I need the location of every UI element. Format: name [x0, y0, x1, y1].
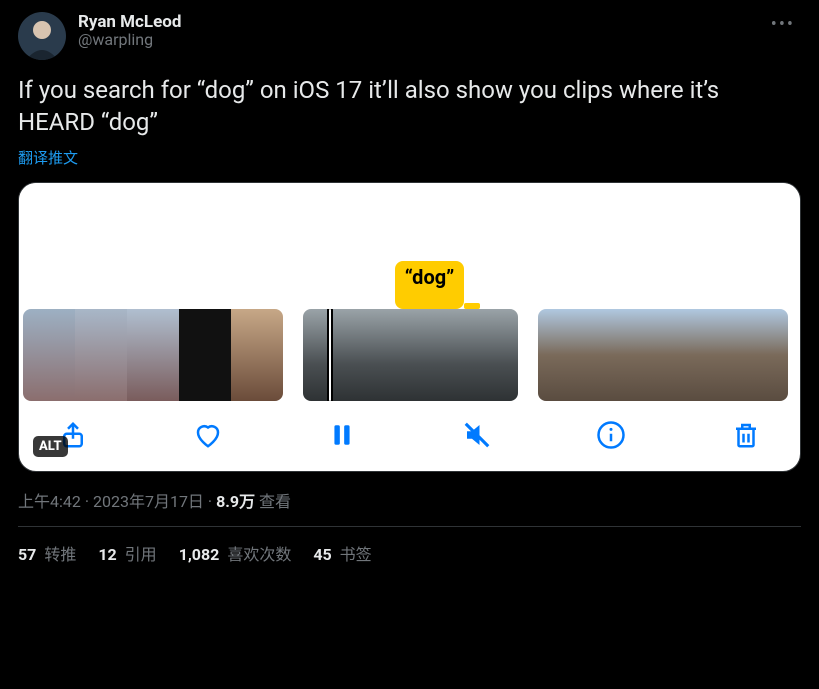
- views-label: 查看: [255, 492, 291, 511]
- info-icon[interactable]: [595, 419, 627, 451]
- media-toolbar: [19, 401, 800, 461]
- time[interactable]: 上午4:42: [18, 492, 81, 511]
- heart-icon[interactable]: [192, 419, 224, 451]
- quotes-stat[interactable]: 12 引用: [98, 541, 156, 565]
- clip-group-active: [303, 309, 518, 401]
- author-block[interactable]: Ryan McLeod @warpling: [78, 12, 753, 49]
- date[interactable]: 2023年7月17日: [93, 492, 204, 511]
- avatar[interactable]: [18, 12, 66, 60]
- clip-frame: [663, 309, 705, 401]
- clip-frame: [23, 309, 75, 401]
- clip-frame: [411, 309, 465, 401]
- views-count: 8.9万: [216, 492, 255, 511]
- clip-frame: [705, 309, 747, 401]
- ios-photos-screenshot: “dog”: [19, 183, 800, 471]
- handle: @warpling: [78, 30, 753, 49]
- display-name: Ryan McLeod: [78, 12, 753, 32]
- translate-link[interactable]: 翻译推文: [18, 147, 78, 168]
- tweet-stats: 57 转推 12 引用 1,082 喜欢次数 45 书签: [18, 527, 801, 565]
- clip-frame: [746, 309, 788, 401]
- pause-icon[interactable]: [326, 419, 358, 451]
- more-button[interactable]: •••: [765, 12, 801, 38]
- clip-frame: [621, 309, 663, 401]
- bookmarks-stat[interactable]: 45 书签: [313, 541, 371, 565]
- search-term-tooltip: “dog”: [395, 261, 465, 309]
- likes-stat[interactable]: 1,082 喜欢次数: [179, 541, 292, 565]
- tweet: Ryan McLeod @warpling ••• If you search …: [0, 0, 819, 565]
- alt-badge[interactable]: ALT: [33, 436, 68, 457]
- tweet-text: If you search for “dog” on iOS 17 it’ll …: [18, 74, 801, 139]
- clip-frame: [75, 309, 127, 401]
- video-timeline: [19, 309, 800, 401]
- trash-icon[interactable]: [730, 419, 762, 451]
- clip-group: [538, 309, 788, 401]
- tweet-meta: 上午4:42 · 2023年7月17日 · 8.9万 查看: [18, 488, 801, 527]
- clip-frame: [357, 309, 411, 401]
- mute-icon[interactable]: [461, 419, 493, 451]
- clip-frame: [127, 309, 179, 401]
- retweets-stat[interactable]: 57 转推: [18, 541, 76, 565]
- tweet-header: Ryan McLeod @warpling •••: [18, 12, 801, 60]
- timeline-marker: [464, 303, 480, 309]
- clip-frame: [464, 309, 518, 401]
- media-attachment[interactable]: “dog”: [18, 182, 801, 472]
- clip-group: [23, 309, 283, 401]
- clip-frame: [179, 309, 231, 401]
- clip-frame: [538, 309, 580, 401]
- clip-frame: [231, 309, 283, 401]
- clip-frame: [580, 309, 622, 401]
- playhead: [327, 309, 333, 401]
